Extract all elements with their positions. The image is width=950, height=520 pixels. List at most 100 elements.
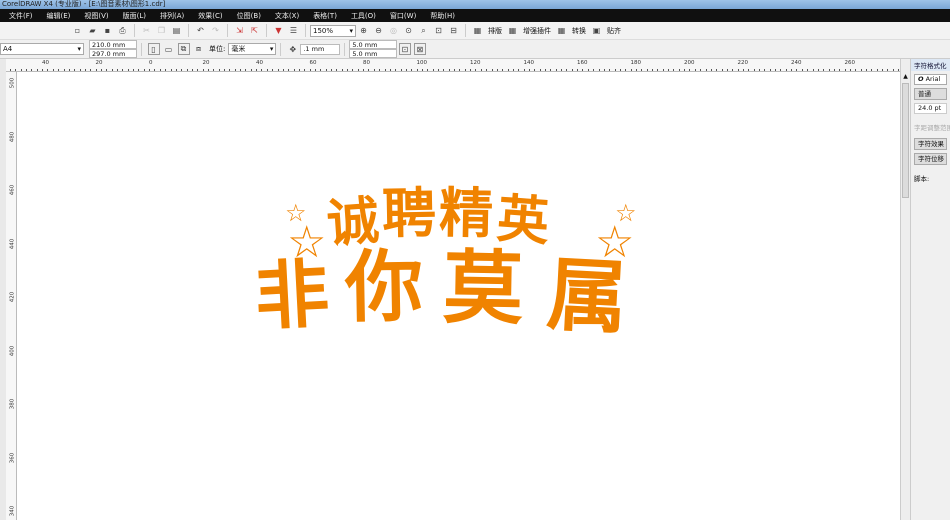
artwork-char[interactable]: 聘 [381, 182, 436, 246]
snap-button[interactable]: 贴齐 [607, 26, 621, 36]
ruler-tick [630, 69, 632, 71]
menu-layout[interactable]: 版面(L) [123, 11, 146, 21]
menu-view[interactable]: 视图(V) [84, 11, 108, 21]
copy-icon[interactable]: ❐ [156, 25, 168, 37]
zoom-in-icon[interactable]: ⊕ [358, 25, 370, 37]
zoom-height-icon[interactable]: ⊟ [448, 25, 460, 37]
menu-effects[interactable]: 效果(C) [198, 11, 222, 21]
artwork-char[interactable]: 非 [253, 251, 331, 341]
ruler-tick [646, 69, 648, 71]
undo-icon[interactable]: ↶ [195, 25, 207, 37]
ruler-tick [266, 69, 268, 71]
page-height-field[interactable]: 297.0 mm [89, 49, 137, 58]
ruler-tick [15, 69, 17, 71]
artwork-char[interactable]: 莫 [442, 241, 524, 335]
ruler-tick [716, 69, 718, 71]
current-page-icon[interactable]: ⧈ [193, 43, 205, 55]
menu-window[interactable]: 窗口(W) [390, 11, 416, 21]
ruler-tick [117, 69, 118, 71]
nudge-icon: ✥ [289, 44, 297, 54]
font-select[interactable]: O Arial [914, 74, 947, 85]
font-style-select[interactable]: 普通 [914, 88, 947, 100]
menu-file[interactable]: 文件(F) [9, 11, 33, 21]
layout-button[interactable]: 排版 [488, 26, 502, 36]
print-icon[interactable]: ⎙ [117, 25, 129, 37]
ruler-tick [159, 69, 161, 71]
launcher-icon[interactable]: ▼ [273, 25, 285, 37]
snap-icon[interactable]: ▣ [591, 25, 603, 37]
save-icon[interactable]: ▪ [102, 25, 114, 37]
export-icon[interactable]: ⇱ [249, 25, 261, 37]
drawing-canvas[interactable]: 诚 聘 精 英 非 你 莫 属 ☆ ☆ ☆ ☆ [17, 72, 900, 520]
ruler-tick [10, 69, 11, 71]
draw-bounds-icon[interactable]: ⊠ [413, 43, 426, 55]
ruler-tick [496, 69, 498, 71]
ruler-tick [389, 69, 391, 71]
vertical-ruler[interactable]: 500 480 460 440 420 400 380 360 340 [6, 72, 17, 520]
treat-as-filled-icon[interactable]: ⊡ [398, 43, 411, 55]
ruler-tick [149, 69, 151, 71]
zoom-out-icon[interactable]: ⊖ [373, 25, 385, 37]
ruler-tick [240, 69, 242, 71]
layout-icon[interactable]: ▦ [472, 25, 484, 37]
menu-text[interactable]: 文本(X) [275, 11, 299, 21]
ruler-tick [641, 69, 643, 71]
all-pages-icon[interactable]: ⧉ [177, 43, 190, 55]
ruler-label: 340 [9, 505, 16, 517]
scrollbar-thumb[interactable] [902, 83, 909, 198]
zoom-all-icon[interactable]: ⊙ [403, 25, 415, 37]
menu-edit[interactable]: 编辑(E) [47, 11, 71, 21]
enhance-plugin-button[interactable]: 增强插件 [523, 26, 551, 36]
artwork-text-group[interactable]: 诚 聘 精 英 非 你 莫 属 ☆ ☆ ☆ ☆ [247, 182, 667, 357]
vertical-scrollbar[interactable]: ▲ [900, 59, 910, 520]
ruler-tick [662, 69, 664, 71]
ruler-tick [438, 69, 439, 71]
nudge-field[interactable]: .1 mm [300, 43, 341, 55]
import-icon[interactable]: ⇲ [234, 25, 246, 37]
artwork-char[interactable]: 你 [344, 242, 424, 333]
zoom-selected-icon[interactable]: ◎ [388, 25, 400, 37]
menu-help[interactable]: 帮助(H) [430, 11, 455, 21]
zoom-level-select[interactable]: 150% [310, 24, 356, 37]
new-icon[interactable]: ▫ [72, 25, 84, 37]
portrait-icon[interactable]: ▯ [147, 43, 160, 55]
menu-arrange[interactable]: 排列(A) [160, 11, 184, 21]
scroll-up-icon[interactable]: ▲ [902, 73, 909, 81]
duplicate-x-field[interactable]: 5.0 mm [349, 40, 398, 49]
ruler-label: 260 [844, 60, 856, 66]
options-icon[interactable]: ☰ [288, 25, 300, 37]
artwork-char[interactable]: 精 [438, 182, 493, 246]
menu-tools[interactable]: 工具(O) [351, 11, 376, 21]
cut-icon[interactable]: ✂ [141, 25, 153, 37]
ruler-tick [186, 69, 188, 71]
ruler-tick [582, 69, 584, 71]
ruler-label: 60 [309, 60, 317, 66]
units-select[interactable]: 毫米 [228, 43, 277, 55]
paste-icon[interactable]: ▤ [171, 25, 183, 37]
plugin-icon[interactable]: ▦ [507, 25, 519, 37]
convert-button[interactable]: 转换 [572, 26, 586, 36]
menu-bitmaps[interactable]: 位图(B) [237, 11, 261, 21]
character-effects-button[interactable]: 字符效果 [914, 138, 947, 150]
font-name: Arial [925, 75, 941, 83]
units-label: 单位: [209, 45, 226, 53]
page-width-field[interactable]: 210.0 mm [89, 40, 137, 49]
artwork-char[interactable]: 英 [495, 189, 551, 252]
font-size-field[interactable]: 24.0 pt [914, 103, 947, 114]
ruler-label: 460 [9, 184, 16, 196]
zoom-page-icon[interactable]: ⌕ [418, 25, 430, 37]
ruler-label: 140 [523, 60, 535, 66]
menu-table[interactable]: 表格(T) [313, 11, 337, 21]
character-shift-button[interactable]: 字符位移 [914, 153, 947, 165]
ruler-tick [277, 69, 279, 71]
convert-icon[interactable]: ▦ [556, 25, 568, 37]
horizontal-ruler[interactable]: 40 20 0 20 40 60 80 100 120 140 160 180 200 220 240 260 [6, 59, 910, 72]
landscape-icon[interactable]: ▭ [163, 43, 175, 55]
redo-icon[interactable]: ↷ [210, 25, 222, 37]
open-icon[interactable]: ▰ [87, 25, 99, 37]
ruler-tick [539, 69, 541, 71]
duplicate-y-field[interactable]: 5.0 mm [349, 49, 398, 58]
zoom-width-icon[interactable]: ⊡ [433, 25, 445, 37]
ruler-tick [181, 69, 183, 71]
page-size-select[interactable]: A4 [0, 43, 84, 55]
